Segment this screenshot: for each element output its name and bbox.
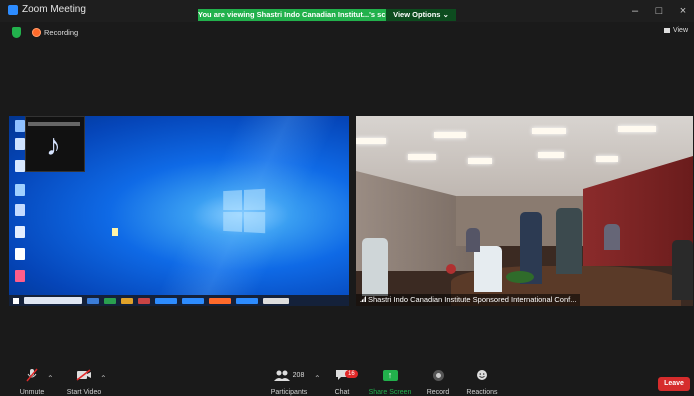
- share-screen-icon: ↑: [382, 369, 398, 381]
- minimize-button[interactable]: –: [628, 5, 642, 17]
- participants-icon-group: 208: [273, 368, 305, 382]
- person: [474, 246, 502, 292]
- participants-label: Participants: [270, 389, 308, 396]
- window-title: Zoom Meeting: [22, 4, 86, 15]
- taskbar-item: [236, 297, 258, 304]
- video-caption-text: Shastri Indo Canadian Institute Sponsore…: [368, 295, 577, 304]
- shared-screen-video: ♪: [9, 116, 349, 306]
- taskbar-item: [104, 297, 116, 304]
- view-label: View: [672, 27, 688, 34]
- participants-count: 208: [292, 371, 305, 379]
- view-options-button[interactable]: View Options ⌄: [386, 9, 456, 21]
- record-button[interactable]: Record: [424, 368, 452, 396]
- record-label: Record: [426, 389, 450, 396]
- chat-label: Chat: [334, 389, 350, 396]
- person: [362, 238, 388, 296]
- person: [672, 240, 693, 300]
- desktop-icon: [15, 204, 25, 216]
- leave-button[interactable]: Leave: [658, 377, 690, 391]
- person: [466, 228, 480, 252]
- reactions-icon: [476, 368, 488, 382]
- desktop-file-icon: [112, 228, 118, 236]
- desktop-taskbar: [9, 295, 349, 306]
- person: [556, 208, 582, 274]
- flower-bouquet: [446, 264, 456, 274]
- chat-unread-badge: 16: [345, 370, 358, 378]
- record-dot-icon: [32, 28, 41, 37]
- windows-logo-icon: [223, 188, 266, 234]
- desktop-icon: [15, 270, 25, 282]
- chevron-down-icon: ⌄: [442, 10, 449, 19]
- close-button[interactable]: ×: [676, 5, 690, 17]
- taskbar-item: [121, 297, 133, 304]
- taskbar-clock: [263, 297, 289, 304]
- desktop-icon: [15, 138, 25, 150]
- ceiling-light: [408, 154, 436, 160]
- share-screen-icon-wrap: ↑: [382, 368, 398, 382]
- ceiling-light: [356, 138, 386, 144]
- record-icon-wrap: [432, 368, 444, 382]
- record-icon: [432, 369, 444, 381]
- taskbar-item: [138, 297, 150, 304]
- app-title: Zoom Meeting: [8, 4, 86, 15]
- music-note-icon: ♪: [46, 129, 61, 162]
- grid-view-icon: [663, 28, 670, 33]
- chevron-up-icon[interactable]: ⌃: [47, 374, 54, 383]
- share-screen-button[interactable]: ↑ Share Screen: [368, 368, 412, 396]
- ceiling-light: [596, 156, 618, 162]
- desktop-icon: [15, 120, 25, 132]
- unmute-label: Unmute: [19, 389, 45, 396]
- ceiling-light: [468, 158, 492, 164]
- ceiling-light: [538, 152, 564, 158]
- view-options-label: View Options: [393, 10, 441, 19]
- taskbar-item: [87, 297, 99, 304]
- reactions-button[interactable]: Reactions: [464, 368, 500, 396]
- ceiling-light: [618, 126, 656, 132]
- desktop-icon: [15, 160, 25, 172]
- participants-icon: [273, 370, 290, 381]
- reactions-label: Reactions: [466, 389, 498, 396]
- participants-button[interactable]: 208 Participants: [264, 368, 314, 396]
- taskbar-item: [209, 297, 231, 304]
- signal-icon: [360, 296, 366, 302]
- recording-label: Recording: [44, 28, 79, 37]
- microphone-muted-icon: [26, 368, 38, 382]
- ceiling-light: [434, 132, 466, 138]
- desktop-icon: [15, 248, 25, 260]
- shield-icon[interactable]: [12, 27, 21, 38]
- media-player-title: [28, 122, 80, 126]
- desktop-icon: [15, 226, 25, 238]
- chevron-up-icon[interactable]: ⌃: [314, 374, 321, 383]
- meeting-status-bar: [0, 22, 694, 42]
- share-screen-label: Share Screen: [368, 389, 412, 396]
- ceiling-light: [532, 128, 566, 134]
- chevron-up-icon[interactable]: ⌃: [100, 374, 107, 383]
- media-player-window: ♪: [25, 116, 85, 172]
- maximize-button[interactable]: □: [652, 5, 666, 17]
- desktop-icon: [15, 184, 25, 196]
- taskbar-search: [24, 297, 82, 304]
- taskbar-item: [155, 297, 177, 304]
- video-caption: Shastri Indo Canadian Institute Sponsore…: [356, 294, 581, 306]
- video-muted-icon: [76, 368, 92, 382]
- screen-share-banner: You are viewing Shastri Indo Canadian In…: [198, 9, 386, 21]
- speaker-video: Shastri Indo Canadian Institute Sponsore…: [356, 116, 693, 306]
- person: [604, 224, 620, 250]
- taskbar-item: [182, 297, 204, 304]
- zoom-logo-icon: [8, 4, 18, 15]
- unmute-button[interactable]: Unmute: [14, 368, 50, 396]
- view-button[interactable]: View: [663, 27, 688, 34]
- start-icon: [13, 297, 19, 304]
- flower-bouquet: [506, 271, 534, 283]
- start-video-label: Start Video: [66, 389, 102, 396]
